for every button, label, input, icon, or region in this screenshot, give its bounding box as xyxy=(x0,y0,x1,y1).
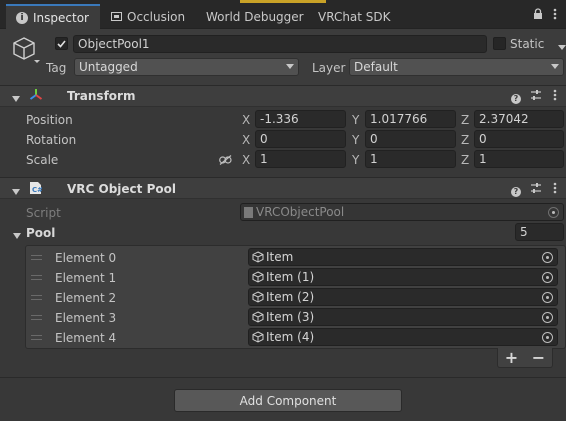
rotation-x-field[interactable]: 0 xyxy=(255,130,346,148)
help-icon[interactable]: ? xyxy=(511,183,521,197)
cube-icon xyxy=(252,271,264,283)
rotation-z-field[interactable]: 0 xyxy=(474,130,564,148)
object-picker-icon[interactable] xyxy=(542,252,553,263)
element-label: Element 3 xyxy=(55,311,117,325)
tag-dropdown[interactable]: Untagged xyxy=(74,58,299,76)
object-picker-icon[interactable] xyxy=(542,312,553,323)
preset-icon[interactable] xyxy=(530,182,542,197)
cube-icon xyxy=(252,291,264,303)
axis-z-label[interactable]: Z xyxy=(461,134,469,146)
constrain-proportions-icon[interactable] xyxy=(219,154,232,168)
info-icon: i xyxy=(16,11,28,24)
position-label: Position xyxy=(26,113,73,127)
cube-icon xyxy=(252,331,264,343)
element-object-field[interactable]: Item (4) xyxy=(248,328,558,346)
remove-element-button[interactable]: − xyxy=(532,348,545,367)
object-picker-icon xyxy=(548,207,559,218)
cube-icon xyxy=(252,311,264,323)
drag-handle-icon[interactable] xyxy=(31,315,42,320)
tab-label: World Debugger xyxy=(206,9,304,24)
object-name-field[interactable]: ObjectPool1 xyxy=(73,35,487,53)
axis-y-label[interactable]: Y xyxy=(352,114,359,126)
scale-y-field[interactable]: 1 xyxy=(365,150,456,168)
chevron-down-icon xyxy=(551,64,559,69)
layer-label: Layer xyxy=(312,61,346,75)
element-label: Element 2 xyxy=(55,291,117,305)
static-dropdown-icon[interactable] xyxy=(558,40,566,54)
script-icon: C# xyxy=(29,181,43,195)
tab-occlusion[interactable]: Occlusion xyxy=(101,4,195,29)
pool-size-field[interactable]: 5 xyxy=(515,223,564,241)
element-label: Element 4 xyxy=(55,331,117,345)
svg-text:C#: C# xyxy=(32,186,42,194)
drag-handle-icon[interactable] xyxy=(31,275,42,280)
tag-value: Untagged xyxy=(79,60,138,74)
position-x-field[interactable]: -1.336 xyxy=(255,110,346,128)
help-icon[interactable]: ? xyxy=(511,90,521,104)
element-object-field[interactable]: Item (1) xyxy=(248,268,558,286)
occlusion-icon xyxy=(111,12,122,21)
tab-label: VRChat SDK xyxy=(318,9,391,24)
active-checkbox[interactable] xyxy=(55,37,68,50)
script-label: Script xyxy=(26,206,61,220)
element-object-field[interactable]: Item xyxy=(248,248,558,266)
rotation-y-field[interactable]: 0 xyxy=(365,130,456,148)
gameobject-cube-icon[interactable] xyxy=(12,35,40,65)
foldout-arrow-icon[interactable] xyxy=(12,185,20,199)
axis-y-label[interactable]: Y xyxy=(352,134,359,146)
tab-label: Inspector xyxy=(33,10,89,25)
script-field: VRCObjectPool xyxy=(240,203,564,221)
element-label: Element 0 xyxy=(55,251,117,265)
object-picker-icon[interactable] xyxy=(542,292,553,303)
axis-z-label[interactable]: Z xyxy=(461,154,469,166)
static-label: Static xyxy=(510,37,545,51)
axis-y-label[interactable]: Y xyxy=(352,154,359,166)
more-menu-icon[interactable] xyxy=(553,89,557,104)
tag-label: Tag xyxy=(46,61,67,75)
object-picker-icon[interactable] xyxy=(542,272,553,283)
element-object-field[interactable]: Item (2) xyxy=(248,288,558,306)
position-z-field[interactable]: 2.37042 xyxy=(474,110,564,128)
static-checkbox[interactable] xyxy=(493,37,506,50)
tab-inspector[interactable]: i Inspector xyxy=(6,4,100,29)
rotation-label: Rotation xyxy=(26,133,77,147)
preset-icon[interactable] xyxy=(530,89,542,104)
divider xyxy=(0,377,566,378)
highlight-strip xyxy=(240,0,326,3)
script-file-icon xyxy=(244,206,253,218)
chevron-down-icon xyxy=(286,64,294,69)
vrc-object-pool-title: VRC Object Pool xyxy=(67,182,176,196)
pool-label[interactable]: Pool xyxy=(26,227,55,239)
scale-x-field[interactable]: 1 xyxy=(255,150,346,168)
position-y-field[interactable]: 1.017766 xyxy=(365,110,456,128)
foldout-arrow-icon[interactable] xyxy=(12,92,20,106)
list-add-remove: + − xyxy=(497,348,553,368)
axis-x-label[interactable]: X xyxy=(242,114,250,126)
element-label: Element 1 xyxy=(55,271,117,285)
tab-world-debugger[interactable]: World Debugger xyxy=(196,4,314,29)
more-menu-icon[interactable] xyxy=(553,8,557,20)
cube-icon xyxy=(252,251,264,263)
layer-dropdown[interactable]: Default xyxy=(349,58,564,76)
axis-x-label[interactable]: X xyxy=(242,154,250,166)
transform-title: Transform xyxy=(67,89,136,103)
tab-vrchat-sdk[interactable]: VRChat SDK xyxy=(308,4,401,29)
foldout-arrow-icon[interactable] xyxy=(13,229,21,243)
lock-icon[interactable] xyxy=(533,8,543,20)
scale-label: Scale xyxy=(26,153,59,167)
drag-handle-icon[interactable] xyxy=(31,255,42,260)
drag-handle-icon[interactable] xyxy=(31,335,42,340)
tab-label: Occlusion xyxy=(127,9,186,24)
add-component-button[interactable]: Add Component xyxy=(174,389,402,412)
element-object-field[interactable]: Item (3) xyxy=(248,308,558,326)
axis-z-label[interactable]: Z xyxy=(461,114,469,126)
scale-z-field[interactable]: 1 xyxy=(474,150,564,168)
axis-x-label[interactable]: X xyxy=(242,134,250,146)
layer-value: Default xyxy=(354,60,398,74)
transform-icon xyxy=(29,88,43,102)
add-element-button[interactable]: + xyxy=(505,348,518,367)
drag-handle-icon[interactable] xyxy=(31,295,42,300)
more-menu-icon[interactable] xyxy=(553,182,557,197)
object-picker-icon[interactable] xyxy=(542,332,553,343)
